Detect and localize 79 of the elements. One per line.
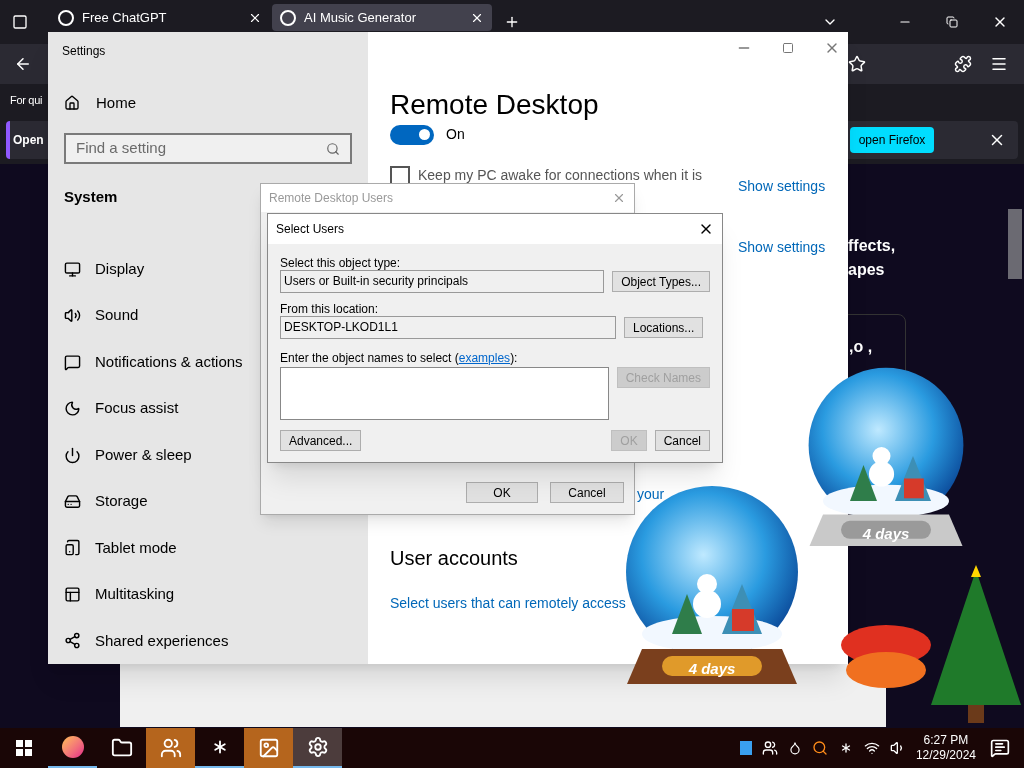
field-label: From this location: <box>280 301 380 316</box>
extensions-icon[interactable] <box>954 55 972 73</box>
tablet-icon <box>64 539 81 557</box>
site-icon <box>58 9 74 26</box>
search-icon[interactable] <box>811 740 828 756</box>
display-icon <box>64 260 81 278</box>
page-heading: Remote Desktop <box>390 88 600 122</box>
globe-label: 4 days <box>861 523 911 544</box>
ok-button[interactable]: OK <box>466 482 538 503</box>
scrollbar <box>1008 209 1022 279</box>
examples-link[interactable]: examples <box>458 351 511 365</box>
multitasking-icon <box>64 585 81 603</box>
tab-title: AI Music Generator <box>304 8 417 27</box>
section-heading: User accounts <box>390 546 519 571</box>
object-types-button[interactable]: Object Types... <box>612 271 710 292</box>
site-icon <box>280 9 296 26</box>
section-title: System <box>64 186 118 207</box>
locations-button[interactable]: Locations... <box>624 317 704 338</box>
dialog-title: Select Users <box>276 221 346 238</box>
select-users-link[interactable]: Select users that can remotely access <box>390 593 626 614</box>
nav-item[interactable]: Tablet mode <box>48 524 368 572</box>
people-icon[interactable] <box>761 740 778 756</box>
open-firefox-button[interactable]: open Firefox <box>850 126 934 153</box>
power-icon <box>64 446 81 464</box>
show-settings-link[interactable]: Show settings <box>738 237 826 258</box>
show-settings-link[interactable]: Show settings <box>738 176 826 197</box>
maximize-icon[interactable] <box>782 42 794 54</box>
help-link[interactable]: your <box>637 484 665 505</box>
search-icon[interactable] <box>326 141 340 156</box>
browser-tab[interactable]: Free ChatGPT <box>50 4 270 31</box>
sound-icon <box>64 307 81 325</box>
tab-title: Free ChatGPT <box>82 8 168 27</box>
shared-icon <box>64 632 81 650</box>
cancel-button[interactable]: Cancel <box>654 430 710 451</box>
nav-item[interactable]: Multitasking <box>48 571 368 618</box>
gear-icon <box>306 736 329 758</box>
page-text: ffects, <box>848 236 896 256</box>
browser-tab[interactable]: AI Music Generator <box>272 4 492 31</box>
notifications-icon <box>64 353 81 371</box>
page-text: apes <box>848 260 886 280</box>
checkbox-label: Keep my PC awake for connections when it is <box>418 166 703 185</box>
home-icon <box>64 94 80 111</box>
network-icon[interactable] <box>863 740 880 756</box>
people-icon <box>159 737 182 759</box>
window-title: Settings <box>61 43 107 60</box>
picture-icon <box>257 737 280 759</box>
banner-text: Open <box>12 131 44 149</box>
globe-label: 4 days <box>687 659 737 680</box>
advanced-button[interactable]: Advanced... <box>280 430 362 451</box>
clock[interactable]: 6:27 PM 12/29/2024 <box>915 733 976 763</box>
restore-icon[interactable] <box>946 16 958 28</box>
star-icon[interactable] <box>848 55 866 73</box>
toggle-switch[interactable] <box>390 124 434 145</box>
new-tab-icon[interactable] <box>504 14 520 30</box>
menu-icon[interactable] <box>990 55 1008 73</box>
home-item[interactable]: Home <box>48 88 368 118</box>
tab-list-icon[interactable] <box>12 14 28 30</box>
sidebar-text: For qui <box>10 93 43 108</box>
app-tray-icon[interactable] <box>739 741 752 755</box>
object-names-field[interactable] <box>280 367 609 420</box>
search-input[interactable]: Find a setting <box>76 137 326 160</box>
focus-icon <box>64 400 81 418</box>
notifications-icon[interactable] <box>990 738 1010 758</box>
dialog-title: Remote Desktop Users <box>269 190 395 207</box>
clock-date: 12/29/2024 <box>915 748 976 763</box>
storage-icon <box>64 493 81 510</box>
card-text: ,o , <box>849 338 873 355</box>
search-field[interactable]: Find a setting <box>64 133 352 164</box>
location-field: DESKTOP-LKOD1L1 <box>280 316 616 339</box>
toggle-label: On <box>446 125 465 144</box>
nav-item[interactable]: Shared experiences <box>48 617 368 664</box>
field-label: Select this object type: <box>280 255 402 270</box>
object-type-field: Users or Built-in security principals <box>280 270 605 293</box>
field-label: Enter the object names to select (examples): <box>280 350 519 365</box>
droplet-icon[interactable] <box>787 741 802 755</box>
cancel-button[interactable]: Cancel <box>550 482 624 503</box>
clock-time: 6:27 PM <box>923 733 969 748</box>
folder-icon <box>110 737 133 759</box>
back-icon[interactable] <box>14 55 32 73</box>
